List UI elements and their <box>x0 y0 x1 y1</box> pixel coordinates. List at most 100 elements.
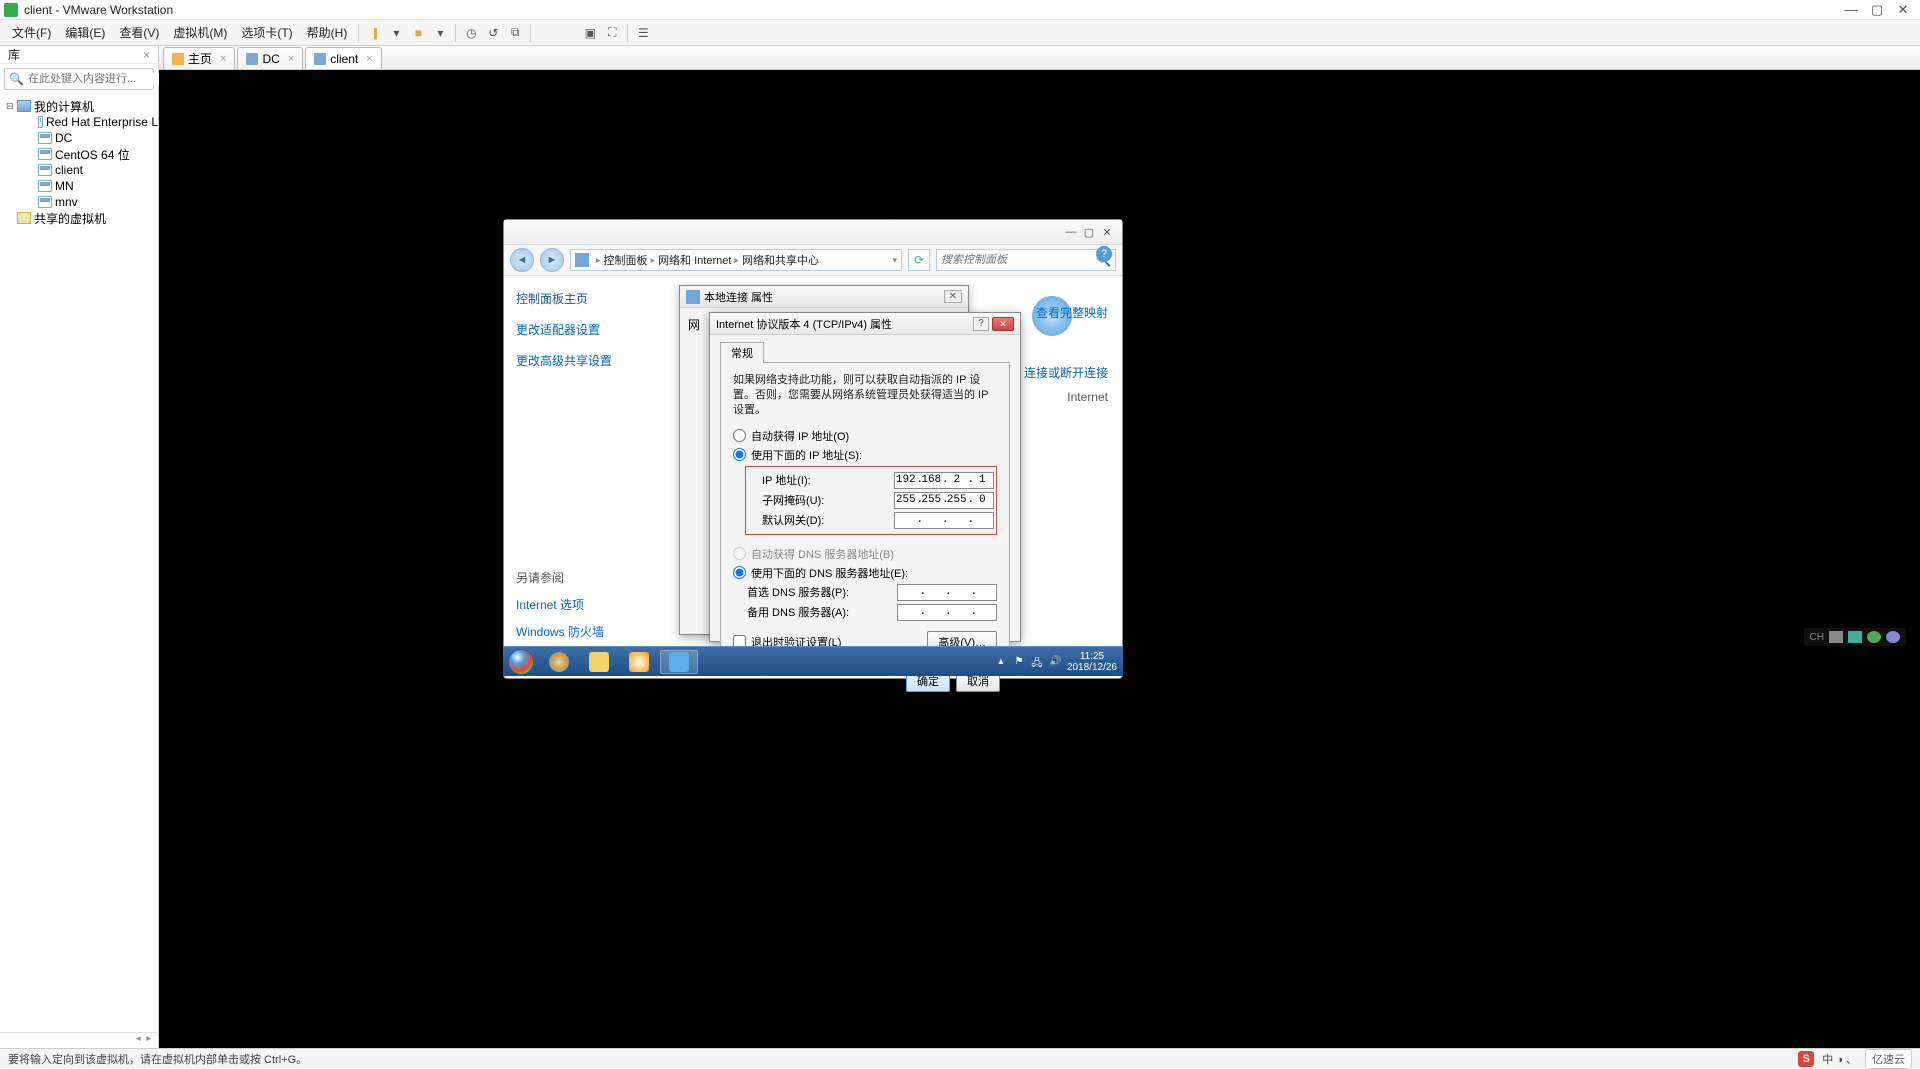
ipv4-close-button[interactable]: ✕ <box>992 317 1014 331</box>
crumb[interactable]: 网络和 Internet <box>658 252 731 268</box>
taskbar-network[interactable] <box>660 650 698 674</box>
tray-network-icon[interactable]: 🖧 <box>1031 656 1043 668</box>
status-right: S 中 ◑ 、 亿速云 <box>1798 1049 1912 1069</box>
window-maximize-button[interactable] <box>1864 2 1890 18</box>
radio-manual-ip[interactable]: 使用下面的 IP 地址(S): <box>733 447 997 463</box>
taskbar-explorer[interactable] <box>580 650 618 674</box>
start-button[interactable] <box>503 647 539 677</box>
cp-sharing-settings-link[interactable]: 更改高级共享设置 <box>516 352 662 369</box>
nav-back-button[interactable]: ◄ <box>510 248 534 272</box>
cp-minimize-button[interactable]: — <box>1062 226 1080 238</box>
tab-close-icon[interactable]: × <box>220 53 226 65</box>
toolbar-fullscreen-button[interactable]: ⛶ <box>602 24 622 42</box>
crumb[interactable]: 网络和共享中心 <box>742 252 819 268</box>
cp-home-link[interactable]: 控制面板主页 <box>516 290 662 307</box>
ipv4-tab-general[interactable]: 常规 <box>720 342 764 363</box>
cp-titlebar[interactable]: — ▢ ✕ <box>504 220 1122 244</box>
tree-my-computer[interactable]: ⊟我的计算机 <box>0 98 158 114</box>
lc-titlebar[interactable]: 本地连接 属性 ✕ <box>680 286 968 308</box>
lc-close-button[interactable]: ✕ <box>944 290 962 303</box>
cp-search-box[interactable]: 🔍 <box>936 249 1116 271</box>
window-close-button[interactable] <box>1890 2 1916 18</box>
help-icon[interactable]: ? <box>1096 246 1112 262</box>
toolbar-view-console-button[interactable] <box>536 24 556 42</box>
sidebar-scroll[interactable]: ◂▸ <box>0 1032 158 1048</box>
gateway-field[interactable]: ... <box>894 512 994 529</box>
vm-console[interactable]: — ▢ ✕ ◄ ► ▸ 控制面板▸ 网络和 Internet▸ 网络和共享中心 … <box>159 70 1920 1048</box>
toolbar-pause-button[interactable]: || <box>364 24 384 42</box>
menu-view[interactable]: 查看(V) <box>113 21 165 44</box>
radio-auto-ip[interactable]: 自动获得 IP 地址(O) <box>733 428 997 444</box>
manual-ip-radio[interactable] <box>733 448 746 461</box>
tree-vm-item[interactable]: CentOS 64 位 <box>0 146 158 162</box>
disk1-status-icon[interactable] <box>1867 631 1881 643</box>
toolbar-stop-button[interactable]: ■ <box>408 24 428 42</box>
toolbar-revert-button[interactable]: ↺ <box>483 24 503 42</box>
library-search[interactable]: 🔍 ▼ <box>4 68 154 90</box>
firewall-link[interactable]: Windows 防火墙 <box>516 623 662 640</box>
toolbar-view-thumb-button[interactable] <box>558 24 578 42</box>
toolbar-play-dropdown[interactable]: ▾ <box>386 24 406 42</box>
nav-forward-button[interactable]: ► <box>540 248 564 272</box>
keyboard-status-icon[interactable] <box>1829 631 1843 643</box>
dns2-field[interactable]: ... <box>897 604 997 621</box>
cp-search-input[interactable] <box>941 254 1096 266</box>
tree-vm-item[interactable]: Red Hat Enterprise L <box>0 114 158 130</box>
tree-shared-vms[interactable]: 共享的虚拟机 <box>0 210 158 226</box>
window-minimize-button[interactable] <box>1838 2 1864 17</box>
lock-status-icon[interactable] <box>1848 631 1862 643</box>
toolbar-snapshot-button[interactable]: ◷ <box>461 24 481 42</box>
connect-disconnect-link[interactable]: 连接或断开连接 <box>1024 364 1108 381</box>
tray-volume-icon[interactable]: 🔊 <box>1049 656 1061 668</box>
toolbar-manage-button[interactable]: ⧉ <box>505 24 525 42</box>
subnet-mask-field[interactable]: 255.255.255.0 <box>894 492 994 509</box>
tab-close-icon[interactable]: × <box>288 53 294 65</box>
system-tray: ▴ ⚑ 🖧 🔊 11:25 2018/12/26 <box>995 651 1123 673</box>
tray-chevron-icon[interactable]: ▴ <box>995 656 1007 668</box>
tree-vm-item[interactable]: DC <box>0 130 158 146</box>
auto-ip-radio[interactable] <box>733 429 746 442</box>
menu-edit[interactable]: 编辑(E) <box>59 21 111 44</box>
cp-close-button[interactable]: ✕ <box>1098 226 1116 239</box>
ip-address-field[interactable]: 192.168.2.1 <box>894 472 994 489</box>
menu-help[interactable]: 帮助(H) <box>301 21 354 44</box>
refresh-button[interactable]: ⟳ <box>908 249 930 271</box>
ipv4-titlebar[interactable]: Internet 协议版本 4 (TCP/IPv4) 属性 ? ✕ <box>710 313 1020 335</box>
toolbar-stop-dropdown[interactable]: ▾ <box>430 24 450 42</box>
menu-file[interactable]: 文件(F) <box>6 21 57 44</box>
cp-maximize-button[interactable]: ▢ <box>1080 226 1098 239</box>
tree-vm-item[interactable]: MN <box>0 178 158 194</box>
tree-label: CentOS 64 位 <box>55 146 130 163</box>
tab-client[interactable]: client× <box>305 47 381 69</box>
host-ime-icons[interactable]: 中 ◑ 、 <box>1822 1051 1857 1067</box>
help-button[interactable]: ? <box>973 317 989 331</box>
menu-vm[interactable]: 虚拟机(M) <box>167 21 233 44</box>
tree-vm-item[interactable]: mnv <box>0 194 158 210</box>
tab-home[interactable]: 主页× <box>163 47 235 69</box>
taskbar-ie[interactable] <box>540 650 578 674</box>
ipv4-properties-dialog: Internet 协议版本 4 (TCP/IPv4) 属性 ? ✕ 常规 如果网… <box>709 312 1021 642</box>
internet-options-link[interactable]: Internet 选项 <box>516 596 662 613</box>
crumb[interactable]: 控制面板 <box>604 252 648 268</box>
sogou-ime-icon[interactable]: S <box>1798 1051 1814 1067</box>
disk2-status-icon[interactable] <box>1886 631 1900 643</box>
dns1-field[interactable]: ... <box>897 584 997 601</box>
radio-manual-dns[interactable]: 使用下面的 DNS 服务器地址(E): <box>733 565 997 581</box>
menu-tabs[interactable]: 选项卡(T) <box>235 21 298 44</box>
tree-vm-item[interactable]: client <box>0 162 158 178</box>
tray-clock[interactable]: 11:25 2018/12/26 <box>1067 651 1117 673</box>
taskbar-wmp[interactable] <box>620 650 658 674</box>
cp-adapter-settings-link[interactable]: 更改适配器设置 <box>516 321 662 338</box>
view-full-map-link[interactable]: 查看完整映射 <box>1036 304 1108 321</box>
tray-flag-icon[interactable]: ⚑ <box>1013 656 1025 668</box>
tab-close-icon[interactable]: × <box>366 53 372 65</box>
manual-dns-radio[interactable] <box>733 566 746 579</box>
toolbar-library-button[interactable]: ☰ <box>633 24 653 42</box>
app-statusbar: 要将输入定向到该虚拟机，请在虚拟机内部单击或按 Ctrl+G。 S 中 ◑ 、 … <box>0 1048 1920 1068</box>
toolbar-unity-button[interactable]: ▣ <box>580 24 600 42</box>
tab-dc[interactable]: DC× <box>237 47 303 69</box>
library-search-input[interactable] <box>28 73 170 85</box>
breadcrumb[interactable]: ▸ 控制面板▸ 网络和 Internet▸ 网络和共享中心 ▾ <box>570 249 902 271</box>
library-close-button[interactable]: × <box>143 48 150 62</box>
chevron-down-icon[interactable]: ▾ <box>892 255 897 266</box>
